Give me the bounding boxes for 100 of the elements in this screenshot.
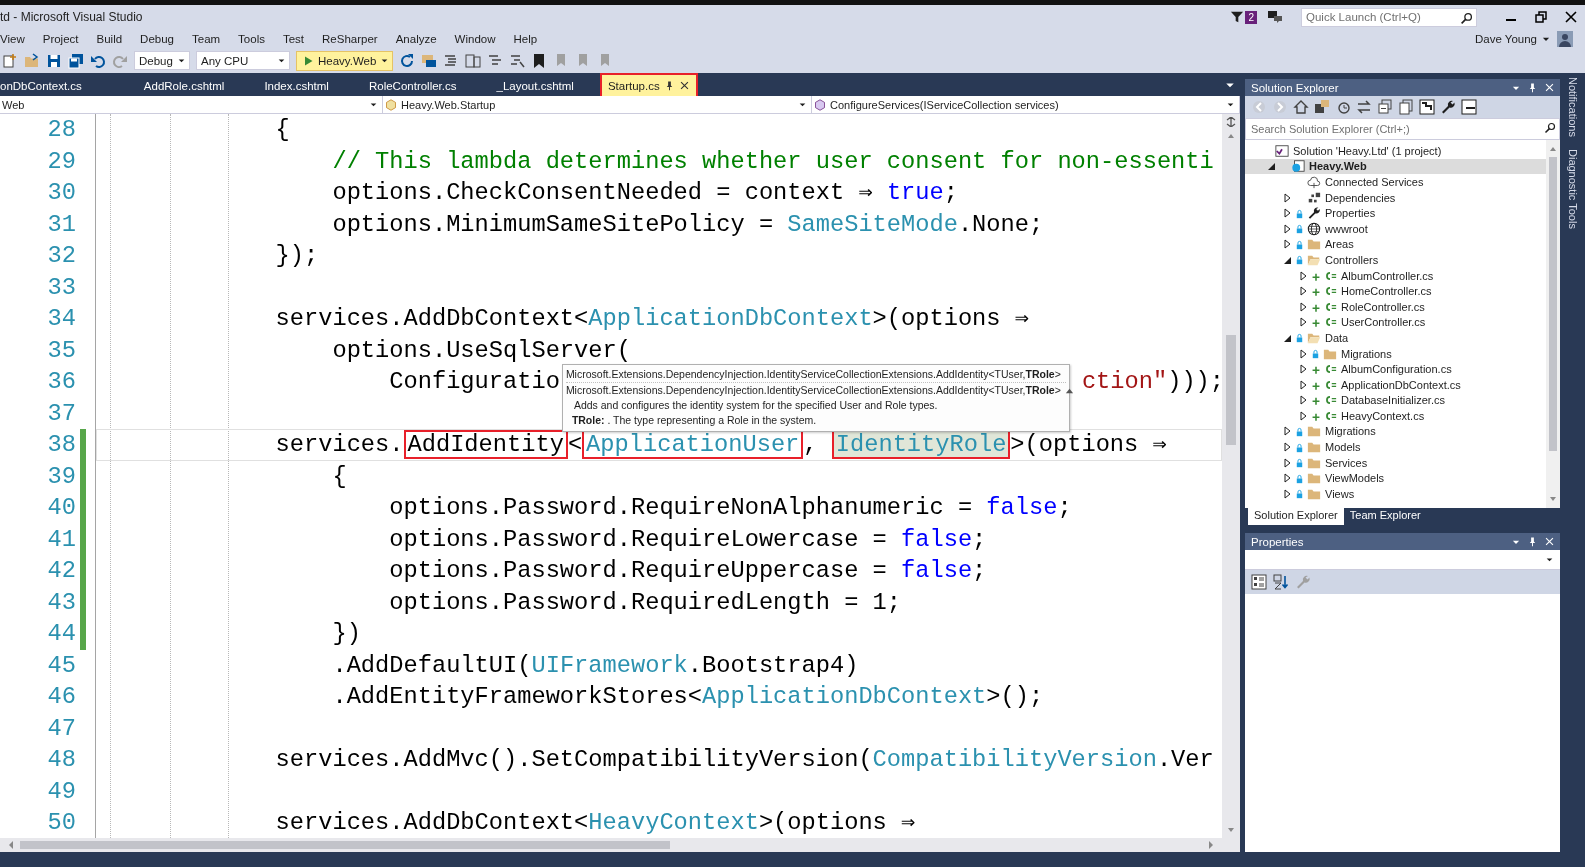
close-icon[interactable]	[1544, 82, 1555, 93]
document-tab[interactable]: RoleController.cs	[348, 75, 477, 96]
collapsed-arrow-icon[interactable]	[1299, 270, 1308, 281]
menu-item[interactable]: Test	[273, 32, 314, 45]
filter-icon[interactable]	[1230, 10, 1245, 24]
menu-item[interactable]: Debug	[131, 32, 183, 45]
close-button[interactable]	[1563, 9, 1579, 25]
tree-item[interactable]: wwwroot	[1245, 220, 1546, 237]
menu-item[interactable]: Team	[183, 32, 230, 45]
collapsed-arrow-icon[interactable]	[1283, 208, 1292, 219]
vertical-scrollbar[interactable]	[1222, 114, 1240, 838]
search-field[interactable]: Search Solution Explorer (Ctrl+;)	[1245, 118, 1560, 140]
side-tab[interactable]: Diagnostic Tools	[1566, 148, 1579, 229]
tree-item[interactable]: Solution 'Heavy.Ltd' (1 project)	[1245, 143, 1546, 159]
collapsed-arrow-icon[interactable]	[1299, 348, 1308, 359]
tree-item[interactable]: Heavy.Web	[1245, 158, 1546, 175]
document-tab[interactable]: Index.cshtml	[244, 75, 349, 96]
collapsed-arrow-icon[interactable]	[1299, 379, 1308, 390]
preview-icon[interactable]	[1461, 99, 1477, 115]
scrollbar-thumb[interactable]	[1226, 335, 1236, 445]
scrollbar-thumb[interactable]	[20, 841, 670, 849]
tree-item[interactable]: Models	[1245, 439, 1546, 455]
horizontal-scrollbar[interactable]	[0, 838, 1240, 852]
collapsed-arrow-icon[interactable]	[1299, 286, 1308, 297]
menu-item[interactable]: Project	[33, 32, 88, 45]
layout-icon[interactable]	[465, 52, 482, 69]
tree-item[interactable]: AlbumConfiguration.cs	[1245, 361, 1546, 377]
member-dropdown[interactable]: ConfigureServices(IServiceCollection services)	[812, 96, 1240, 113]
expanded-arrow-icon[interactable]	[1267, 161, 1276, 172]
menu-item[interactable]: Tools	[229, 32, 274, 45]
panel-tab[interactable]: Solution Explorer	[1248, 508, 1344, 525]
document-tab[interactable]: Startup.cs	[601, 75, 696, 96]
tree-item[interactable]: Migrations	[1245, 423, 1546, 440]
show-all-files-icon[interactable]	[1398, 99, 1414, 115]
menu-item[interactable]: Window	[445, 32, 505, 45]
tree-item[interactable]: Areas	[1245, 236, 1546, 253]
collapsed-arrow-icon[interactable]	[1283, 442, 1292, 453]
save-all-icon[interactable]	[68, 52, 84, 69]
new-project-icon[interactable]	[2, 52, 18, 69]
browser-link-icon[interactable]	[421, 52, 438, 69]
uncomment-lines-icon[interactable]	[509, 52, 526, 69]
collapsed-arrow-icon[interactable]	[1299, 410, 1308, 421]
tree-item[interactable]: ApplicationDbContext.cs	[1245, 376, 1546, 393]
collapsed-arrow-icon[interactable]	[1283, 488, 1292, 499]
menu-item[interactable]: Build	[87, 32, 132, 45]
sync-icon[interactable]	[1356, 99, 1372, 115]
save-icon[interactable]	[46, 52, 62, 69]
configuration-dropdown[interactable]: Debug	[134, 51, 190, 70]
start-button[interactable]: Heavy.Web	[296, 50, 394, 71]
collapse-all-icon[interactable]	[1377, 99, 1393, 115]
collapsed-arrow-icon[interactable]	[1283, 223, 1292, 234]
switch-views-icon[interactable]	[1314, 99, 1330, 115]
collapsed-arrow-icon[interactable]	[1299, 317, 1308, 328]
tree-item[interactable]: DatabaseInitializer.cs	[1245, 392, 1546, 409]
tree-item[interactable]: AlbumController.cs	[1245, 267, 1546, 284]
document-tab[interactable]: _Layout.cshtml	[476, 75, 594, 96]
scrollbar-thumb[interactable]	[1549, 157, 1557, 451]
tree-item[interactable]: ViewModels	[1245, 470, 1546, 487]
scroll-right-icon[interactable]	[1206, 840, 1216, 850]
tree-item[interactable]: Views	[1245, 486, 1546, 502]
collapsed-arrow-icon[interactable]	[1299, 395, 1308, 406]
menu-item[interactable]: View	[0, 32, 34, 45]
wrench-icon[interactable]	[1440, 99, 1456, 115]
menu-item[interactable]: ReSharper	[313, 32, 387, 45]
collapsed-arrow-icon[interactable]	[1283, 457, 1292, 468]
tree-item[interactable]: Properties	[1245, 205, 1546, 221]
document-tab[interactable]: AddRole.cshtml	[123, 75, 245, 96]
tree-item[interactable]: Connected Services	[1245, 174, 1546, 190]
quick-launch-field[interactable]: Quick Launch (Ctrl+Q)	[1301, 7, 1477, 27]
collapsed-arrow-icon[interactable]	[1283, 192, 1292, 203]
vertical-scrollbar[interactable]	[1546, 140, 1560, 508]
tree-item[interactable]: Migrations	[1245, 345, 1546, 362]
categorized-icon[interactable]	[1251, 574, 1267, 590]
view-toggle-icon[interactable]	[1419, 99, 1435, 115]
panel-tab[interactable]: Team Explorer	[1343, 508, 1427, 525]
tree-item[interactable]: RoleController.cs	[1245, 298, 1546, 315]
pin-icon[interactable]	[1527, 82, 1538, 93]
home-icon[interactable]	[1293, 99, 1309, 115]
collapsed-arrow-icon[interactable]	[1283, 426, 1292, 437]
menu-item[interactable]: Help	[504, 32, 547, 45]
tree-item[interactable]: HomeController.cs	[1245, 283, 1546, 299]
tree-item[interactable]: HeavyContext.cs	[1245, 408, 1546, 424]
type-dropdown[interactable]: Heavy.Web.Startup	[383, 96, 812, 113]
tree-item[interactable]: Controllers	[1245, 252, 1546, 268]
split-icon[interactable]	[1226, 117, 1236, 127]
tree-item[interactable]: Data	[1245, 330, 1546, 346]
document-tab[interactable]: onDbContext.cs	[0, 75, 124, 96]
tree-item[interactable]: Services	[1245, 454, 1546, 471]
collapsed-arrow-icon[interactable]	[1299, 301, 1308, 312]
project-dropdown[interactable]: Web	[0, 96, 383, 113]
account-name[interactable]: Dave Young	[1474, 32, 1537, 45]
menu-item[interactable]: Analyze	[386, 32, 446, 45]
refresh-icon[interactable]	[399, 52, 416, 69]
restore-button[interactable]	[1533, 9, 1549, 25]
tree-item[interactable]: Dependencies	[1245, 189, 1546, 206]
pin-icon[interactable]	[1527, 536, 1538, 547]
tree-item[interactable]: UserController.cs	[1245, 314, 1546, 331]
avatar-icon[interactable]	[1557, 30, 1573, 47]
close-icon[interactable]	[678, 80, 690, 91]
collapsed-arrow-icon[interactable]	[1299, 364, 1308, 375]
